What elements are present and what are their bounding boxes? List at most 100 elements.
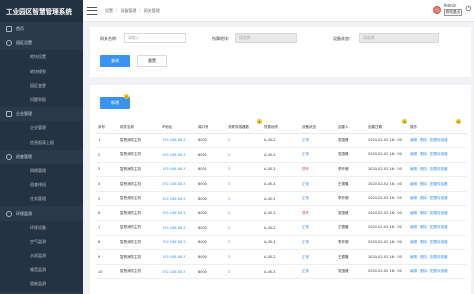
sidebar-item[interactable]: 任务管理 bbox=[0, 192, 83, 207]
avatar[interactable] bbox=[432, 5, 441, 14]
delete-link[interactable]: 删除 bbox=[420, 240, 427, 244]
table-cell: 6 bbox=[96, 205, 118, 222]
breadcrumb-separator: / bbox=[116, 8, 118, 13]
edit-link[interactable]: 编辑 bbox=[410, 211, 417, 215]
row-actions: 编辑 删除 配置传感器 bbox=[408, 133, 467, 149]
sidebar-item[interactable]: 固废监测 bbox=[0, 277, 83, 292]
home-icon bbox=[6, 26, 12, 33]
table-cell: 10 bbox=[96, 264, 118, 280]
sidebar-item[interactable]: 信息报表上报 bbox=[0, 135, 83, 150]
table-cell: 192.168.68.3 bbox=[160, 162, 196, 178]
breadcrumb-settings[interactable]: 设置 bbox=[105, 8, 113, 14]
table-cell: 8000 bbox=[196, 205, 226, 222]
table-row: 10 智慧消防主机 192.168.68.3 8000 3 A-45-3 正常 张国峰 2020… bbox=[96, 264, 467, 280]
delete-link[interactable]: 删除 bbox=[420, 196, 427, 200]
sidebar-item[interactable]: 噪音监测 bbox=[0, 263, 83, 278]
sidebar-item[interactable]: 企业管理 bbox=[0, 107, 83, 121]
table-cell: 8000 bbox=[196, 133, 226, 149]
delete-link[interactable]: 删除 bbox=[420, 269, 427, 273]
sidebar-item-label: 水质监测 bbox=[30, 253, 46, 259]
gateway-table: 序号 网关名称 IP地址 端口号 关联传感器数 所属地块 设备状态 创建人 创建日期 操作 1 智慧… bbox=[96, 123, 467, 280]
edit-link[interactable]: 编辑 bbox=[410, 269, 417, 273]
config-sensor-link[interactable]: 配置传感器 bbox=[430, 225, 448, 229]
table-cell: 8000 bbox=[196, 220, 226, 236]
table-cell: 正常 bbox=[300, 191, 336, 207]
edit-link[interactable]: 编辑 bbox=[410, 182, 417, 186]
logout-button[interactable]: 修改退出 bbox=[443, 9, 462, 16]
config-sensor-link[interactable]: 配置传感器 bbox=[430, 152, 448, 156]
gateway-name-input[interactable]: 请输入 bbox=[124, 33, 186, 43]
table-cell: 3 bbox=[226, 176, 262, 192]
config-sensor-link[interactable]: 配置传感器 bbox=[430, 182, 448, 186]
edit-link[interactable]: 编辑 bbox=[410, 167, 417, 171]
config-sensor-link[interactable]: 配置传感器 bbox=[430, 196, 448, 200]
reset-button[interactable]: 重置 bbox=[137, 55, 167, 67]
config-sensor-link[interactable]: 配置传感器 bbox=[430, 211, 448, 215]
table-cell: 正常 bbox=[300, 235, 336, 251]
region-select[interactable]: 请选择 bbox=[235, 33, 297, 43]
config-sensor-link[interactable]: 配置传感器 bbox=[430, 138, 448, 142]
sidebar-item[interactable]: 园区设置 bbox=[0, 36, 83, 50]
gateway-name-label: 网关名称: bbox=[100, 36, 118, 41]
breadcrumb-gateway-management: 网关管理 bbox=[143, 7, 160, 13]
table-cell: 张国峰 bbox=[336, 205, 366, 222]
table-cell: 192.168.68.3 bbox=[160, 220, 196, 236]
table-row: 8 智慧消防主机 192.168.68.3 8000 3 A-45-4 正常 李开朗 2020-… bbox=[96, 235, 467, 251]
delete-link[interactable]: 删除 bbox=[420, 182, 427, 186]
edit-link[interactable]: 编辑 bbox=[410, 240, 417, 244]
query-button[interactable]: 查询 bbox=[100, 55, 130, 67]
table-cell: 192.168.68.3 bbox=[160, 264, 196, 280]
delete-link[interactable]: 删除 bbox=[420, 138, 427, 142]
table-cell: 192.168.68.3 bbox=[160, 147, 196, 163]
config-sensor-link[interactable]: 配置传感器 bbox=[430, 167, 448, 171]
sidebar-item[interactable]: 地块规划 bbox=[0, 64, 83, 79]
sidebar-item[interactable]: 空气监测 bbox=[0, 234, 83, 249]
edit-link[interactable]: 编辑 bbox=[410, 138, 417, 142]
edit-link[interactable]: 编辑 bbox=[410, 196, 417, 200]
env-icon bbox=[6, 210, 12, 217]
sidebar-item[interactable]: 环保监测 bbox=[0, 206, 83, 220]
column-header: 设备状态 bbox=[300, 123, 336, 134]
sidebar-item[interactable]: 网格管理 bbox=[0, 163, 83, 179]
table-cell: 5 bbox=[96, 191, 118, 207]
edit-link[interactable]: 编辑 bbox=[410, 152, 417, 156]
status-select[interactable]: 请选择 bbox=[359, 33, 439, 43]
delete-link[interactable]: 删除 bbox=[420, 225, 427, 229]
sidebar-item[interactable]: 园区变更 bbox=[0, 78, 83, 93]
table-cell: A-45-4 bbox=[262, 235, 300, 251]
breadcrumb-device-management[interactable]: 设备管理 bbox=[120, 8, 136, 14]
delete-link[interactable]: 删除 bbox=[420, 211, 427, 215]
power-icon[interactable]: ⏻ bbox=[465, 5, 471, 14]
table-cell: 192.168.68.3 bbox=[160, 235, 196, 251]
table-cell: 2020-02-02 16：00 bbox=[366, 176, 408, 192]
delete-link[interactable]: 删除 bbox=[420, 167, 427, 171]
table-cell: 7 bbox=[96, 220, 118, 236]
table-cell: 正常 bbox=[300, 264, 336, 280]
config-sensor-link[interactable]: 配置传感器 bbox=[430, 255, 448, 259]
table-cell: 王德隆 bbox=[336, 249, 366, 265]
edit-link[interactable]: 编辑 bbox=[410, 255, 417, 259]
sidebar-item[interactable]: 首页 bbox=[0, 22, 83, 36]
sidebar-item[interactable]: 地块设置 bbox=[0, 50, 83, 65]
table-cell: 智慧消防主机 bbox=[118, 220, 160, 236]
delete-link[interactable]: 删除 bbox=[420, 152, 427, 156]
table-row: 6 智慧消防主机 192.168.68.3 8000 3 A-45-2 损坏 张国峰 2020-… bbox=[96, 205, 467, 222]
region-label: 所属地块: bbox=[212, 36, 230, 41]
config-sensor-link[interactable]: 配置传感器 bbox=[430, 240, 448, 244]
sidebar-item[interactable]: 巡查管理 bbox=[0, 150, 83, 164]
config-sensor-link[interactable]: 配置传感器 bbox=[430, 269, 448, 273]
table-cell: 正常 bbox=[300, 220, 336, 236]
row-actions: 编辑 删除 配置传感器 bbox=[408, 191, 467, 207]
table-cell: 8000 bbox=[196, 264, 226, 280]
sidebar-item[interactable]: 企业管理 bbox=[0, 121, 83, 136]
sidebar-item[interactable]: 巡查排班 bbox=[0, 178, 83, 193]
sidebar-item[interactable]: 环保设备 bbox=[0, 220, 83, 235]
app-root: 工业园区智慧管理系统 首页 园区设置 地块设置 地块规划 园区变更 问题举报 企业管理 企业管… bbox=[0, 0, 474, 294]
edit-link[interactable]: 编辑 bbox=[410, 225, 417, 229]
table-cell: 8001 bbox=[196, 147, 226, 163]
sidebar-item[interactable]: 水质监测 bbox=[0, 249, 83, 264]
column-header: 端口号 bbox=[196, 123, 226, 134]
menu-toggle-icon[interactable] bbox=[87, 6, 97, 15]
sidebar-item[interactable]: 问题举报 bbox=[0, 92, 83, 108]
delete-link[interactable]: 删除 bbox=[420, 255, 427, 259]
